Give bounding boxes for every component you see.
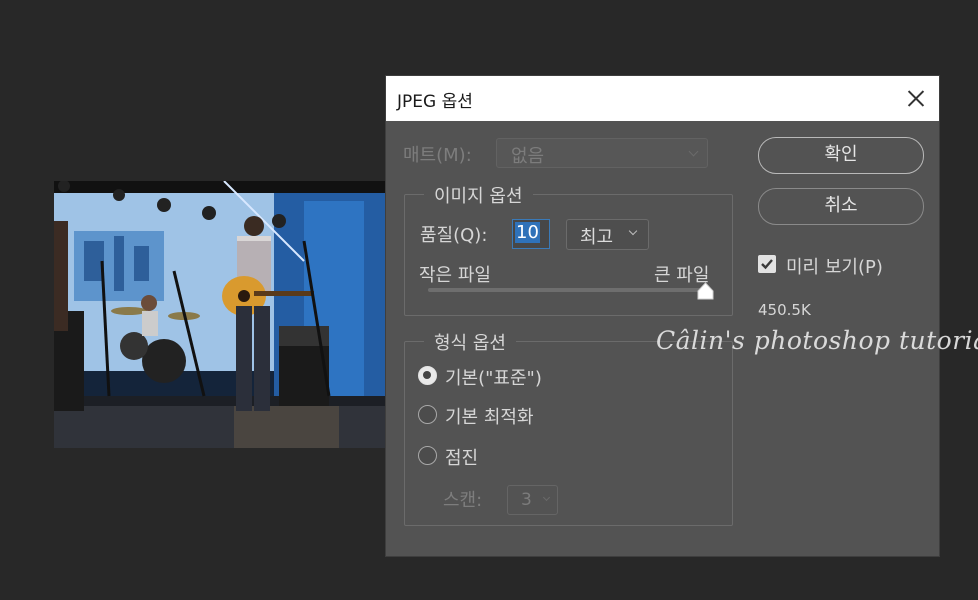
checkmark-icon [761,259,773,270]
dialog-title: JPEG 옵션 [397,92,473,112]
preview-checkbox[interactable] [758,255,776,273]
radio-progressive[interactable] [418,446,437,465]
watermark-text: Câlin's photoshop tutorial [656,326,978,355]
canvas-photo [54,181,385,448]
scan-label: 스캔: [443,490,483,511]
scan-select[interactable]: 3 [507,485,558,515]
quality-slider-track[interactable] [428,288,706,292]
quality-label: 품질(Q): [420,225,488,246]
matte-label: 매트(M): [403,145,472,166]
dialog-titlebar: JPEG 옵션 [386,76,939,121]
ok-button[interactable]: 확인 [758,137,924,174]
jpeg-options-dialog: JPEG 옵션 매트(M): 없음 이미지 옵션 품질(Q): 10 최고 작은… [386,76,978,556]
quality-input-value: 10 [515,222,540,243]
quality-input[interactable]: 10 [512,219,550,249]
image-options-group: 이미지 옵션 [404,182,733,316]
radio-baseline-optimized[interactable] [418,405,437,424]
radio-baseline-standard[interactable] [418,366,437,385]
preview-label: 미리 보기(P) [786,257,883,278]
image-options-title: 이미지 옵션 [424,182,533,208]
radio-progressive-label: 점진 [445,448,479,469]
matte-select-value: 없음 [511,146,545,167]
quality-preset-value: 최고 [580,227,614,248]
scan-select-value: 3 [521,490,532,510]
small-file-label: 작은 파일 [419,265,491,286]
quality-preset-select[interactable]: 최고 [566,219,649,250]
file-size: 450.5K [758,301,811,319]
matte-select[interactable]: 없음 [496,138,708,168]
cancel-button[interactable]: 취소 [758,188,924,225]
radio-baseline-optimized-label: 기본 최적화 [445,407,534,428]
close-icon[interactable] [903,85,929,111]
chevron-down-icon [628,226,638,236]
format-options-title: 형식 옵션 [424,329,516,355]
quality-slider-thumb[interactable] [697,282,714,300]
chevron-down-icon [688,146,699,157]
radio-baseline-standard-label: 기본("표준") [445,368,542,389]
chevron-down-icon [542,493,551,502]
